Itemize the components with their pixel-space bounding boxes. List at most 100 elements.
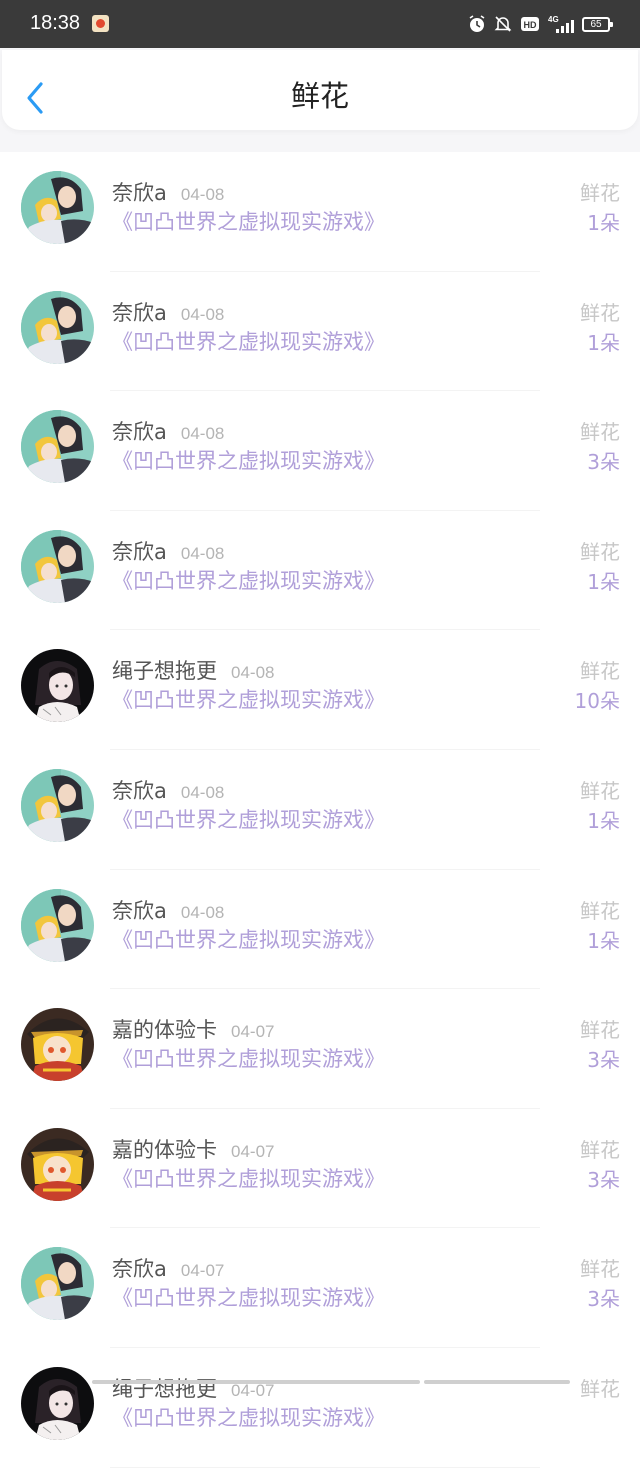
user-name[interactable]: 奈欣a — [112, 779, 167, 803]
status-icons: HD 4G 65 — [468, 12, 610, 36]
mute-icon — [494, 15, 512, 33]
gift-type: 鲜花 — [580, 656, 620, 686]
gift-date: 04-08 — [181, 424, 224, 443]
gift-type: 鲜花 — [580, 1135, 620, 1165]
user-line: 奈欣a 04-08 — [112, 537, 224, 567]
gift-date: 04-07 — [231, 1022, 274, 1041]
user-avatar[interactable] — [21, 1128, 94, 1201]
gift-count: 1朵 — [587, 806, 620, 836]
user-line: 奈欣a 04-08 — [112, 298, 224, 328]
gift-row[interactable]: 绳子想拖更 04-08 《凹凸世界之虚拟现实游戏》 鲜花10朵 — [0, 630, 640, 750]
user-avatar[interactable] — [21, 530, 94, 603]
gift-row[interactable]: 奈欣a 04-08 《凹凸世界之虚拟现实游戏》 鲜花1朵 — [0, 272, 640, 392]
gift-row[interactable]: 嘉的体验卡 04-07 《凹凸世界之虚拟现实游戏》 鲜花3朵 — [0, 1109, 640, 1229]
user-avatar[interactable] — [21, 410, 94, 483]
gift-date: 04-08 — [181, 305, 224, 324]
user-avatar[interactable] — [21, 1008, 94, 1081]
network-type: 4G — [548, 15, 559, 24]
user-avatar[interactable] — [21, 649, 94, 722]
user-name[interactable]: 奈欣a — [112, 301, 167, 325]
divider — [110, 1467, 540, 1468]
hd-icon: HD — [520, 15, 540, 33]
scroll-indicator — [92, 1380, 420, 1384]
user-name[interactable]: 奈欣a — [112, 540, 167, 564]
book-title[interactable]: 《凹凸世界之虚拟现实游戏》 — [112, 1403, 385, 1433]
book-title[interactable]: 《凹凸世界之虚拟现实游戏》 — [112, 1044, 385, 1074]
user-line: 奈欣a 04-08 — [112, 896, 224, 926]
gift-date: 04-07 — [181, 1261, 224, 1280]
user-line: 奈欣a 04-08 — [112, 178, 224, 208]
svg-text:HD: HD — [524, 20, 537, 30]
gift-date: 04-08 — [231, 663, 274, 682]
gift-type: 鲜花 — [580, 298, 620, 328]
book-title[interactable]: 《凹凸世界之虚拟现实游戏》 — [112, 685, 385, 715]
user-line: 奈欣a 04-08 — [112, 417, 224, 447]
gift-count: 10朵 — [575, 686, 620, 716]
gift-count: 3朵 — [587, 1165, 620, 1195]
gift-row[interactable]: 奈欣a 04-07 《凹凸世界之虚拟现实游戏》 鲜花3朵 — [0, 1228, 640, 1348]
gift-row[interactable]: 嘉的体验卡04-07《凹凸世界之虚拟现实游戏》鲜花3朵 — [0, 989, 640, 1109]
status-time: 18:38 — [30, 10, 80, 36]
book-title[interactable]: 《凹凸世界之虚拟现实游戏》 — [112, 327, 385, 357]
book-title[interactable]: 《凹凸世界之虚拟现实游戏》 — [112, 1283, 385, 1313]
book-title[interactable]: 《凹凸世界之虚拟现实游戏》 — [112, 207, 385, 237]
scroll-indicator — [424, 1380, 570, 1384]
user-line: 绳子想拖更04-07 — [112, 1374, 274, 1404]
gift-type: 鲜花 — [580, 776, 620, 806]
gift-date: 04-07 — [231, 1142, 274, 1161]
gift-row[interactable]: 奈欣a 04-08 《凹凸世界之虚拟现实游戏》 鲜花1朵 — [0, 511, 640, 631]
battery-icon: 65 — [582, 17, 610, 32]
status-bar: 18:38 HD 4G 65 — [0, 0, 640, 48]
gift-list[interactable]: 奈欣a04-08《凹凸世界之虚拟现实游戏》鲜花1朵奈欣a04-08《凹凸世界之虚… — [0, 152, 640, 1468]
gift-count: 1朵 — [587, 926, 620, 956]
user-avatar[interactable] — [21, 171, 94, 244]
gift-row[interactable]: 奈欣a 04-08 《凹凸世界之虚拟现实游戏》 鲜花1朵 — [0, 750, 640, 870]
user-name[interactable]: 奈欣a — [112, 1257, 167, 1281]
gift-count: 1朵 — [587, 567, 620, 597]
gift-type: 鲜花 — [580, 537, 620, 567]
user-line: 奈欣a 04-08 — [112, 776, 224, 806]
user-name[interactable]: 奈欣a — [112, 420, 167, 444]
gift-type: 鲜花 — [580, 1015, 620, 1045]
user-avatar[interactable] — [21, 769, 94, 842]
gift-count: 1朵 — [587, 208, 620, 238]
user-line: 嘉的体验卡 04-07 — [112, 1015, 274, 1045]
user-avatar[interactable] — [21, 889, 94, 962]
user-avatar[interactable] — [21, 291, 94, 364]
user-line: 绳子想拖更 04-08 — [112, 656, 274, 686]
user-avatar[interactable] — [21, 1247, 94, 1320]
gift-date: 04-08 — [181, 783, 224, 802]
gift-date: 04-08 — [181, 544, 224, 563]
gift-row[interactable]: 绳子想拖更04-07《凹凸世界之虚拟现实游戏》 鲜花 — [0, 1348, 640, 1468]
gift-row[interactable]: 奈欣a 04-08 《凹凸世界之虚拟现实游戏》 鲜花1朵 — [0, 870, 640, 990]
gift-count: 3朵 — [587, 447, 620, 477]
user-name[interactable]: 奈欣a — [112, 899, 167, 923]
user-name[interactable]: 嘉的体验卡 — [112, 1018, 217, 1042]
user-line: 嘉的体验卡 04-07 — [112, 1135, 274, 1165]
book-title[interactable]: 《凹凸世界之虚拟现实游戏》 — [112, 1164, 385, 1194]
gift-type: 鲜花 — [580, 417, 620, 447]
gift-count: 1朵 — [587, 328, 620, 358]
book-title[interactable]: 《凹凸世界之虚拟现实游戏》 — [112, 805, 385, 835]
user-name[interactable]: 绳子想拖更 — [112, 659, 217, 683]
gift-count: 3朵 — [587, 1284, 620, 1314]
gift-row[interactable]: 奈欣a 04-08 《凹凸世界之虚拟现实游戏》 鲜花3朵 — [0, 391, 640, 511]
notification-app-icon — [92, 15, 109, 32]
gift-type: 鲜花 — [580, 896, 620, 926]
alarm-icon — [468, 15, 486, 33]
gift-type: 鲜花 — [580, 178, 620, 208]
user-avatar[interactable] — [21, 1367, 94, 1440]
book-title[interactable]: 《凹凸世界之虚拟现实游戏》 — [112, 566, 385, 596]
signal-icon: 4G — [548, 14, 574, 34]
gift-date: 04-08 — [181, 185, 224, 204]
user-line: 奈欣a 04-07 — [112, 1254, 224, 1284]
user-name[interactable]: 嘉的体验卡 — [112, 1138, 217, 1162]
book-title[interactable]: 《凹凸世界之虚拟现实游戏》 — [112, 925, 385, 955]
gift-row[interactable]: 奈欣a 04-08 《凹凸世界之虚拟现实游戏》 鲜花1朵 — [0, 152, 640, 272]
gift-type: 鲜花 — [580, 1254, 620, 1284]
book-title[interactable]: 《凹凸世界之虚拟现实游戏》 — [112, 446, 385, 476]
user-name[interactable]: 奈欣a — [112, 181, 167, 205]
page-title: 鲜花 — [0, 74, 640, 118]
gift-type: 鲜花 — [580, 1374, 620, 1404]
gift-date: 04-08 — [181, 903, 224, 922]
